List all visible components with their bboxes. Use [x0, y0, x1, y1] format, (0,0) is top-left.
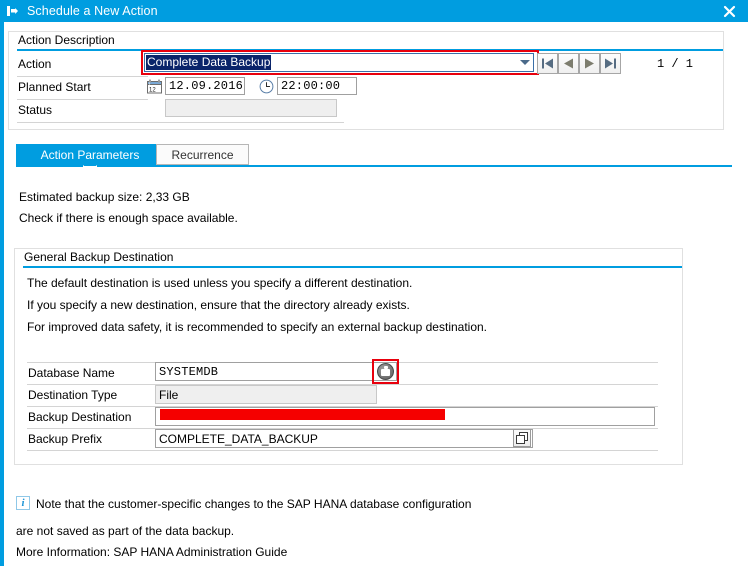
gbd-title: General Backup Destination — [24, 250, 174, 264]
gbd-header: General Backup Destination — [15, 249, 682, 268]
schedule-action-icon — [7, 5, 21, 17]
close-icon[interactable] — [716, 0, 742, 22]
schedule-action-dialog: Schedule a New Action Action Description… — [0, 0, 748, 566]
action-description-header: Action Description — [9, 32, 723, 51]
row-separator — [27, 450, 658, 451]
backup-prefix-label: Backup Prefix — [28, 432, 103, 446]
action-select-value: Complete Data Backup — [146, 55, 272, 70]
action-field-label: Action — [18, 57, 52, 71]
action-select-text: Complete Data Backup — [145, 54, 516, 71]
backup-destination-label: Backup Destination — [28, 410, 132, 424]
svg-text:12: 12 — [149, 87, 156, 93]
estimated-backup-size: Estimated backup size: 2,33 GB — [19, 190, 190, 204]
action-description-panel: Action Description Action Planned Start … — [8, 31, 724, 130]
gbd-hint-line-2: If you specify a new destination, ensure… — [27, 298, 410, 312]
gbd-hint-line-3: For improved data safety, it is recommen… — [27, 320, 488, 334]
database-name-label: Database Name — [28, 366, 115, 380]
backup-prefix-input[interactable]: COMPLETE_DATA_BACKUP — [155, 429, 533, 448]
destination-type-value: File — [155, 385, 377, 404]
window-titlebar: Schedule a New Action — [0, 0, 748, 22]
next-record-icon[interactable] — [579, 53, 600, 74]
tabstrip: Action Parameters Recurrence — [0, 144, 748, 170]
previous-record-icon[interactable] — [558, 53, 579, 74]
calendar-icon[interactable]: 12 1 — [146, 78, 162, 94]
chevron-down-icon[interactable] — [516, 54, 533, 71]
note-line-3: More Information: SAP HANA Administratio… — [16, 545, 288, 559]
page-indicator: 1 / 1 — [657, 57, 694, 71]
tab-recurrence-label: Recurrence — [171, 147, 234, 162]
row-separator — [17, 122, 344, 123]
copy-icon[interactable] — [513, 429, 531, 447]
titlebar-left-group: Schedule a New Action — [7, 0, 158, 22]
status-value — [165, 99, 337, 117]
status-field-label: Status — [18, 103, 53, 117]
action-select[interactable]: Complete Data Backup — [144, 53, 534, 72]
row-separator — [17, 76, 148, 77]
tab-recurrence[interactable]: Recurrence — [156, 144, 249, 165]
space-check-hint: Check if there is enough space available… — [19, 211, 238, 225]
tab-underline — [16, 165, 732, 167]
planned-start-date-input[interactable]: 12.09.2016 — [165, 77, 245, 95]
left-accent-stripe — [0, 22, 4, 566]
gbd-hint-line-1: The default destination is used unless y… — [27, 276, 413, 290]
clock-icon[interactable] — [258, 78, 274, 94]
planned-start-time-input[interactable]: 22:00:00 — [277, 77, 357, 95]
active-tab-pointer — [83, 160, 97, 166]
first-record-icon[interactable] — [537, 53, 558, 74]
action-description-title: Action Description — [18, 33, 115, 47]
database-browse-icon[interactable] — [377, 363, 394, 380]
planned-start-field-label: Planned Start — [18, 80, 91, 94]
note-line-2: are not saved as part of the data backup… — [16, 524, 235, 538]
backup-destination-redaction — [160, 409, 445, 420]
info-icon: i — [16, 496, 30, 510]
last-record-icon[interactable] — [600, 53, 621, 74]
note-line-1: Note that the customer-specific changes … — [36, 497, 472, 511]
database-name-input[interactable]: SYSTEMDB — [155, 362, 397, 381]
window-title: Schedule a New Action — [27, 4, 158, 18]
row-separator — [17, 99, 148, 100]
destination-type-label: Destination Type — [28, 388, 118, 402]
